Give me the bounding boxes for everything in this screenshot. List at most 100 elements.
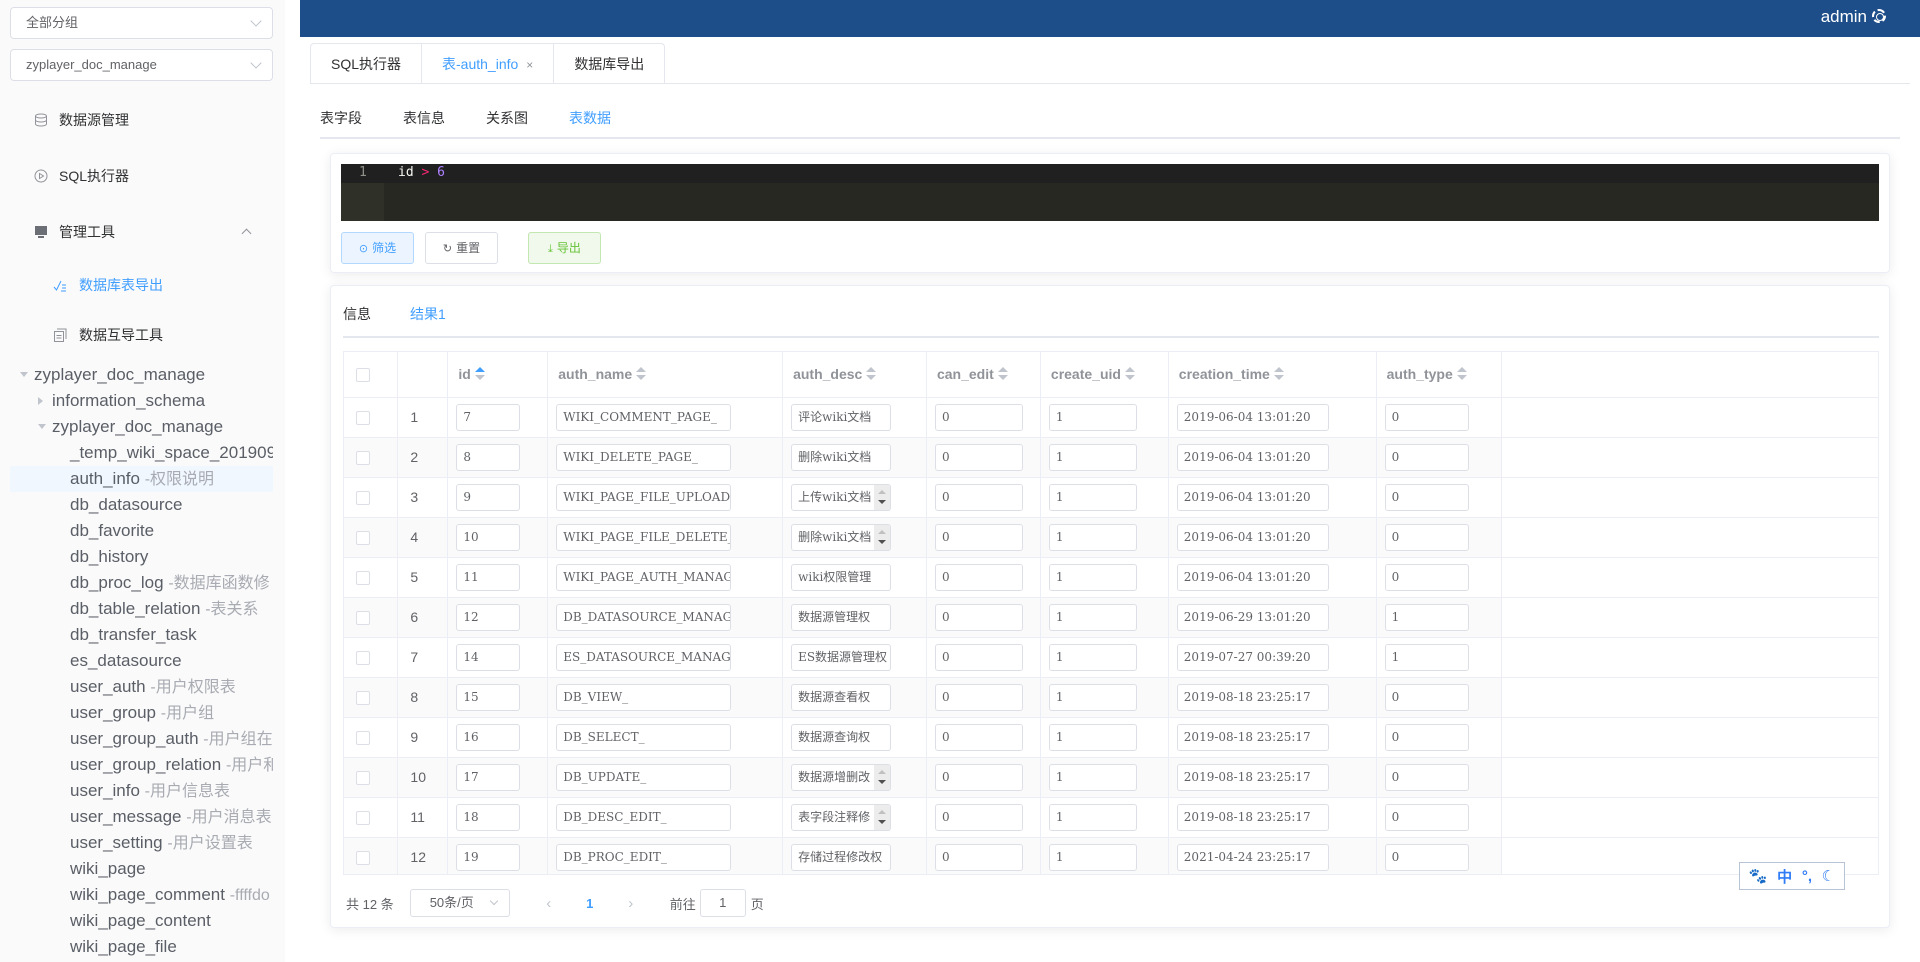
id-input[interactable]: 17 <box>456 763 521 791</box>
auth-name-input[interactable]: DB_DATASOURCE_MANAGE <box>556 603 732 631</box>
tree-node-root[interactable]: zyplayer_doc_manage <box>10 362 273 388</box>
creation-time-input[interactable]: 2021-04-24 23:25:17 <box>1176 843 1329 871</box>
auth-type-input[interactable]: 0 <box>1384 483 1469 511</box>
can-edit-input[interactable]: 0 <box>934 603 1023 631</box>
row-checkbox[interactable] <box>356 611 370 626</box>
auth-desc-input[interactable]: 删除wiki文档 <box>791 523 892 551</box>
tab-table-data[interactable]: 表数据 <box>569 104 611 139</box>
id-input[interactable]: 16 <box>456 723 521 751</box>
select-all-checkbox[interactable] <box>356 368 370 383</box>
tree-node-table[interactable]: es_datasource <box>10 648 273 674</box>
can-edit-input[interactable]: 0 <box>934 523 1023 551</box>
tree-node-table[interactable]: user_info -用户信息表 <box>10 778 273 804</box>
creation-time-input[interactable]: 2019-08-18 23:25:17 <box>1176 723 1329 751</box>
table-row[interactable]: 12 19 DB_PROC_EDIT_ 存储过程修改权 0 1 2021-04-24 23:… <box>344 837 1878 874</box>
auth-name-input[interactable]: DB_UPDATE_ <box>556 763 732 791</box>
auth-name-input[interactable]: WIKI_PAGE_FILE_UPLOAD_ <box>556 483 732 511</box>
creation-time-input[interactable]: 2019-07-27 00:39:20 <box>1176 643 1329 671</box>
auth-type-input[interactable]: 0 <box>1384 403 1469 431</box>
id-input[interactable]: 10 <box>456 523 521 551</box>
row-checkbox[interactable] <box>356 811 370 826</box>
auth-type-input[interactable]: 0 <box>1384 763 1469 791</box>
row-checkbox[interactable] <box>356 851 370 866</box>
auth-desc-input[interactable]: wiki权限管理 <box>791 563 892 591</box>
auth-desc-input[interactable]: 删除wiki文档 <box>791 443 892 471</box>
condition-code[interactable]: id > 6 <box>398 165 445 180</box>
auth-name-input[interactable]: WIKI_COMMENT_PAGE_ <box>556 403 732 431</box>
can-edit-input[interactable]: 0 <box>934 483 1023 511</box>
column-header-auth-type[interactable]: auth_type <box>1376 352 1502 398</box>
tree-node-table[interactable]: user_setting -用户设置表 <box>10 830 273 856</box>
id-input[interactable]: 12 <box>456 603 521 631</box>
tab-table-info[interactable]: 表信息 <box>403 104 445 138</box>
tree-node-table[interactable]: user_group_relation -用户和 <box>10 752 273 778</box>
auth-name-input[interactable]: ES_DATASOURCE_MANAGE <box>556 643 732 671</box>
row-checkbox[interactable] <box>356 771 370 786</box>
id-input[interactable]: 18 <box>456 803 521 831</box>
tab-table-fields[interactable]: 表字段 <box>320 104 362 138</box>
creation-time-input[interactable]: 2019-06-04 13:01:20 <box>1176 403 1329 431</box>
next-page-button[interactable]: › <box>616 895 646 912</box>
menu-item-datasource-manage[interactable]: 数据源管理 <box>0 100 285 140</box>
create-uid-input[interactable]: 1 <box>1048 763 1137 791</box>
menu-item-sql-executor[interactable]: SQL执行器 <box>0 156 285 196</box>
row-checkbox[interactable] <box>356 451 370 466</box>
prev-page-button[interactable]: ‹ <box>534 895 564 912</box>
auth-type-input[interactable]: 1 <box>1384 603 1469 631</box>
tab-result-1[interactable]: 结果1 <box>410 300 446 338</box>
auth-type-input[interactable]: 0 <box>1384 843 1469 871</box>
tree-node-table[interactable]: _temp_wiki_space_2019092 <box>10 440 273 466</box>
creation-time-input[interactable]: 2019-06-04 13:01:20 <box>1176 523 1329 551</box>
creation-time-input[interactable]: 2019-06-29 13:01:20 <box>1176 603 1329 631</box>
table-row[interactable]: 6 12 DB_DATASOURCE_MANAGE 数据源管理权 0 1 2019-06-2… <box>344 597 1878 638</box>
column-header-auth-name[interactable]: auth_name <box>547 352 784 398</box>
sort-icon[interactable] <box>636 367 647 381</box>
auth-name-input[interactable]: DB_DESC_EDIT_ <box>556 803 732 831</box>
id-input[interactable]: 8 <box>456 443 521 471</box>
create-uid-input[interactable]: 1 <box>1048 643 1137 671</box>
creation-time-input[interactable]: 2019-08-18 23:25:17 <box>1176 803 1329 831</box>
can-edit-input[interactable]: 0 <box>934 723 1023 751</box>
column-header-auth-desc[interactable]: auth_desc <box>782 352 927 398</box>
auth-name-input[interactable]: WIKI_DELETE_PAGE_ <box>556 443 732 471</box>
row-checkbox[interactable] <box>356 651 370 666</box>
auth-name-input[interactable]: WIKI_PAGE_FILE_DELETE_ <box>556 523 732 551</box>
row-checkbox[interactable] <box>356 691 370 706</box>
column-header-id[interactable]: id <box>447 352 549 398</box>
textarea-scroll-spinner-icon[interactable] <box>874 804 891 830</box>
table-row[interactable]: 1 7 WIKI_COMMENT_PAGE_ 评论wiki文档 0 1 2019-06-04… <box>344 397 1878 438</box>
reset-button[interactable]: ↻ 重置 <box>425 232 498 264</box>
creation-time-input[interactable]: 2019-06-04 13:01:20 <box>1176 443 1329 471</box>
tree-node-table[interactable]: db_favorite <box>10 518 273 544</box>
datasource-select[interactable]: zyplayer_doc_manage <box>10 49 273 81</box>
auth-type-input[interactable]: 0 <box>1384 563 1469 591</box>
id-input[interactable]: 15 <box>456 683 521 711</box>
can-edit-input[interactable]: 0 <box>934 843 1023 871</box>
tree-node-table[interactable]: wiki_page <box>10 856 273 882</box>
sort-icon[interactable] <box>1124 367 1135 381</box>
tree-node-table[interactable]: user_group -用户组 <box>10 700 273 726</box>
auth-type-input[interactable]: 0 <box>1384 683 1469 711</box>
paw-icon[interactable]: 🐾 <box>1749 867 1768 885</box>
id-input[interactable]: 11 <box>456 563 521 591</box>
condition-editor[interactable]: 1 id > 6 <box>341 164 1879 221</box>
auth-desc-input[interactable]: 评论wiki文档 <box>791 403 892 431</box>
goto-page-input[interactable]: 1 <box>699 889 746 917</box>
table-row[interactable]: 4 10 WIKI_PAGE_FILE_DELETE_ 删除wiki文档 0 1 2019-… <box>344 517 1878 558</box>
create-uid-input[interactable]: 1 <box>1048 843 1137 871</box>
auth-type-input[interactable]: 0 <box>1384 523 1469 551</box>
tree-node-table[interactable]: wiki_page_comment -ffffdo <box>10 882 273 908</box>
tree-node-table[interactable]: wiki_page_file <box>10 934 273 960</box>
auth-name-input[interactable]: DB_PROC_EDIT_ <box>556 843 732 871</box>
auth-name-input[interactable]: WIKI_PAGE_AUTH_MANAGE_ <box>556 563 732 591</box>
create-uid-input[interactable]: 1 <box>1048 443 1137 471</box>
moon-icon[interactable]: ☾ <box>1822 867 1835 885</box>
sort-icon[interactable] <box>1456 367 1467 381</box>
filter-button[interactable]: ⊙ 筛选 <box>341 232 414 264</box>
column-header-create-uid[interactable]: create_uid <box>1040 352 1169 398</box>
tree-node-table[interactable]: db_history <box>10 544 273 570</box>
table-row[interactable]: 5 11 WIKI_PAGE_AUTH_MANAGE_ wiki权限管理 0 1 2019-… <box>344 557 1878 598</box>
tree-node-table[interactable]: db_transfer_task <box>10 622 273 648</box>
auth-desc-input[interactable]: 数据源查询权 <box>791 723 892 751</box>
table-row[interactable]: 9 16 DB_SELECT_ 数据源查询权 0 1 2019-08-18 23:25:17… <box>344 717 1878 758</box>
